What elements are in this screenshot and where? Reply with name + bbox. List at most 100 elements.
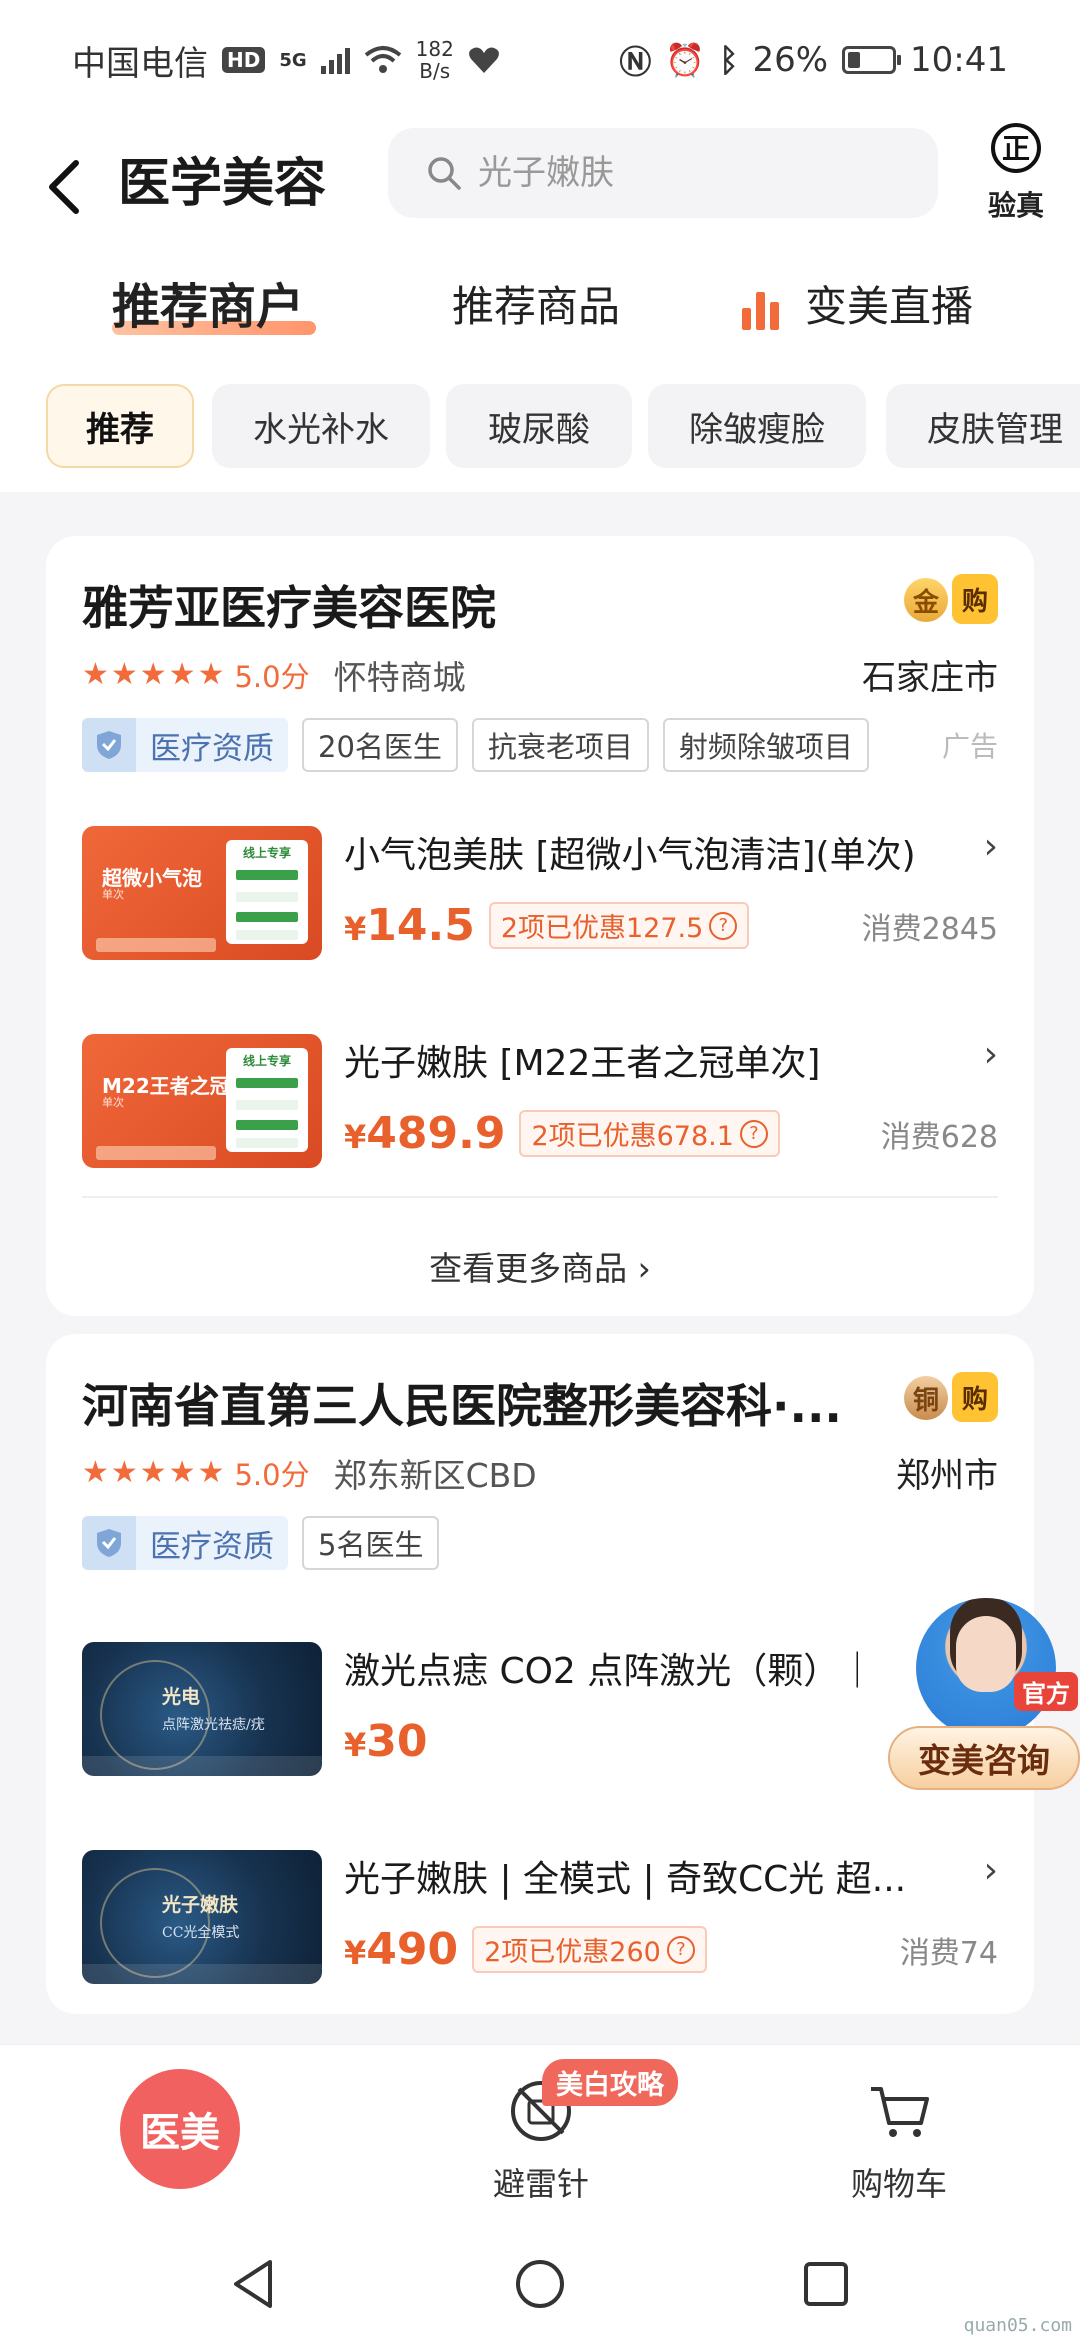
sales-count: 消费2845 — [861, 911, 998, 947]
gold-medal-icon: 金 — [904, 578, 948, 622]
rating-row: ★★★★★ 5.0分 怀特商城 石家庄市 — [82, 650, 998, 699]
sales-count: 消费628 — [880, 1119, 998, 1155]
whitening-guide-badge[interactable]: 美白攻略 — [542, 2059, 678, 2106]
discount-tag[interactable]: 2项已优惠678.1? — [519, 1110, 780, 1157]
verify-button[interactable]: 正 验真 — [980, 120, 1052, 224]
merchant-card[interactable]: 河南省直第三人民医院整形美容科·... 铜 购 ★★★★★ 5.0分 郑东新区C… — [46, 1334, 1034, 2014]
network-speed: 182 B/s — [415, 37, 454, 83]
sales-count: 消费74 — [899, 1935, 998, 1971]
hd-badge: HD — [222, 47, 266, 73]
buy-badge: 购 — [952, 574, 998, 624]
product-item[interactable]: 超微小气泡 单次 线上专享 小气泡美肤 [超微小气泡清洁](单次) › ¥14.… — [82, 826, 998, 962]
chip-skin-care[interactable]: 皮肤管理 — [886, 384, 1080, 468]
battery-percent: 26% — [752, 40, 829, 80]
product-title[interactable]: 光子嫩肤 [M22王者之冠单次] — [344, 1034, 820, 1086]
search-icon — [428, 157, 461, 190]
page-title: 医学美容 — [118, 154, 327, 214]
back-button[interactable] — [46, 142, 96, 232]
verify-label: 验真 — [987, 189, 1044, 222]
live-bars-icon — [742, 290, 779, 330]
service-tag: 射频除皱项目 — [662, 718, 869, 772]
merchant-badges: 金 购 — [904, 574, 998, 624]
rating-row: ★★★★★ 5.0分 郑东新区CBD 郑州市 — [82, 1448, 998, 1497]
tab-recommended-products[interactable]: 推荐商品 — [452, 267, 620, 347]
nav-cart[interactable]: 购物车 — [824, 2075, 974, 2205]
price-row: ¥14.5 2项已优惠127.5? 消费2845 — [344, 900, 998, 951]
product-thumbnail: M22王者之冠 单次 线上专享 — [82, 1034, 322, 1168]
bottom-nav: 医美 避雷针 美白攻略 购物车 — [0, 2044, 1080, 2228]
merchant-area: 郑东新区CBD — [333, 1455, 537, 1495]
system-navigation-bar: quan05.com — [0, 2228, 1080, 2340]
chip-recommend[interactable]: 推荐 — [46, 384, 194, 468]
product-thumbnail: 超微小气泡 单次 线上专享 — [82, 826, 322, 960]
discount-tag[interactable]: 2项已优惠127.5? — [488, 902, 750, 949]
service-tag: 抗衰老项目 — [471, 718, 649, 772]
heart-rate-icon — [468, 47, 499, 73]
qualification-tag[interactable]: 医疗资质 — [82, 1516, 288, 1570]
back-arrow-icon — [49, 160, 79, 214]
product-item[interactable]: 光电 点阵激光祛痣/疣 激光点痣 CO2 点阵激光（颗）｜ ¥30 — [82, 1642, 998, 1778]
carrier-label: 中国电信 — [72, 43, 208, 84]
system-back-icon[interactable] — [230, 2258, 278, 2310]
qualification-tag[interactable]: 医疗资质 — [82, 718, 288, 772]
view-more-products-button[interactable]: 查看更多商品 › — [82, 1196, 998, 1316]
merchant-area: 怀特商城 — [333, 657, 466, 697]
official-badge: 官方 — [1014, 1672, 1078, 1711]
tab-recommended-merchants[interactable]: 推荐商户 — [112, 267, 316, 347]
buy-badge: 购 — [952, 1372, 998, 1422]
product-title[interactable]: 光子嫩肤 | 全模式 | 奇致CC光 超... — [344, 1850, 906, 1902]
chip-hyaluronic[interactable]: 玻尿酸 — [446, 384, 632, 468]
merchant-name[interactable]: 雅芳亚医疗美容医院 — [82, 572, 496, 638]
system-recents-icon[interactable] — [802, 2260, 850, 2308]
thumb-panel: 线上专享 — [226, 1048, 308, 1152]
signal-icon — [320, 46, 350, 74]
product-title[interactable]: 小气泡美肤 [超微小气泡清洁](单次) — [344, 826, 916, 878]
discount-tag[interactable]: 2项已优惠260? — [472, 1926, 707, 1973]
star-rating-icon: ★★★★★ — [82, 657, 227, 692]
beauty-consult-float[interactable]: 官方 变美咨询 — [888, 1598, 1080, 1798]
product-thumbnail: 光子嫩肤 CC光全模式 — [82, 1850, 322, 1984]
nfc-icon: Ⓝ — [619, 43, 652, 81]
svg-text:正: 正 — [1002, 132, 1030, 165]
consultant-avatar — [916, 1598, 1056, 1738]
help-circle-icon: ? — [709, 911, 738, 940]
help-circle-icon: ? — [666, 1935, 695, 1964]
chip-wrinkle-face[interactable]: 除皱瘦脸 — [648, 384, 866, 468]
product-price: ¥489.9 — [344, 1108, 506, 1159]
ad-label: 广告 — [941, 730, 998, 763]
product-price: ¥14.5 — [344, 900, 475, 951]
product-item[interactable]: M22王者之冠 单次 线上专享 光子嫩肤 [M22王者之冠单次] › ¥489.… — [82, 1034, 998, 1170]
tag-row: 医疗资质 5名医生 — [82, 1516, 998, 1570]
help-circle-icon: ? — [739, 1119, 768, 1148]
system-home-icon[interactable] — [514, 2258, 566, 2310]
search-bar[interactable] — [388, 128, 938, 218]
battery-icon — [842, 46, 902, 74]
search-input[interactable] — [478, 153, 898, 193]
cart-icon — [871, 2087, 929, 2137]
merchant-card[interactable]: 雅芳亚医疗美容医院 金 购 ★★★★★ 5.0分 怀特商城 石家庄市 医疗资质 … — [46, 536, 1034, 1316]
product-title[interactable]: 激光点痣 CO2 点阵激光（颗）｜ — [344, 1642, 875, 1694]
wifi-icon — [364, 46, 401, 73]
product-price: ¥30 — [344, 1716, 428, 1767]
network-type: 5G — [279, 49, 307, 71]
merchant-badges: 铜 购 — [904, 1372, 998, 1422]
tab-live-beauty[interactable]: 变美直播 — [742, 267, 973, 347]
chevron-right-icon[interactable]: › — [984, 1850, 998, 1891]
consult-button[interactable]: 变美咨询 — [888, 1726, 1080, 1790]
tag-row: 医疗资质 20名医生 抗衰老项目 射频除皱项目 广告 — [82, 718, 998, 772]
product-item[interactable]: 光子嫩肤 CC光全模式 光子嫩肤 | 全模式 | 奇致CC光 超... › ¥4… — [82, 1850, 998, 1986]
chevron-right-icon[interactable]: › — [984, 1034, 998, 1075]
alarm-icon: ⏰ — [665, 41, 706, 79]
doctor-count-tag: 20名医生 — [302, 718, 458, 772]
rating-score: 5.0分 — [234, 659, 310, 694]
shield-check-icon — [82, 718, 136, 772]
merchant-city: 石家庄市 — [862, 658, 998, 698]
product-price: ¥490 — [344, 1924, 459, 1975]
merchant-name[interactable]: 河南省直第三人民医院整形美容科·... — [82, 1370, 842, 1436]
chevron-right-icon[interactable]: › — [984, 826, 998, 867]
chip-hydration[interactable]: 水光补水 — [212, 384, 430, 468]
medical-beauty-main-button[interactable]: 医美 — [120, 2069, 240, 2189]
shield-check-icon — [82, 1516, 136, 1570]
star-rating-icon: ★★★★★ — [82, 1455, 227, 1490]
rating-score: 5.0分 — [234, 1457, 310, 1492]
